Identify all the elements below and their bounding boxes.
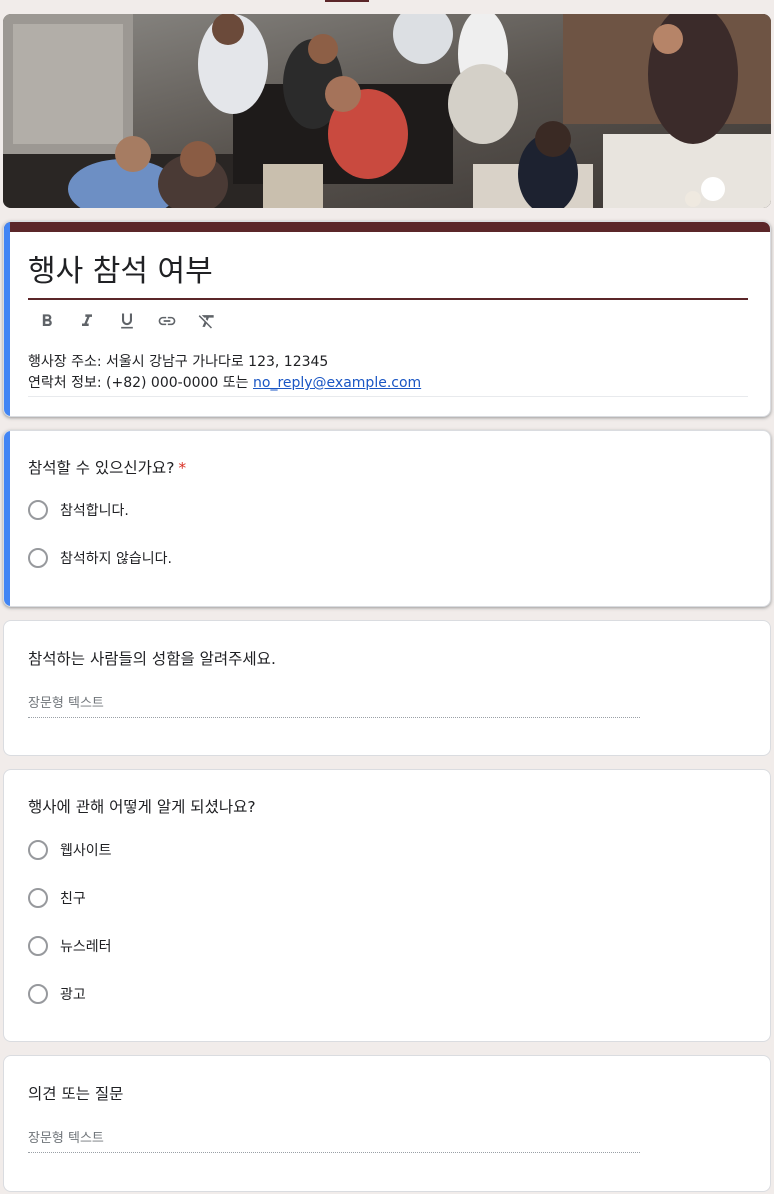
question-title: 참석하는 사람들의 성함을 알려주세요. — [28, 650, 276, 668]
required-asterisk: * — [178, 459, 187, 477]
question-title: 의견 또는 질문 — [28, 1085, 124, 1103]
radio-button[interactable] — [28, 888, 48, 908]
question-title: 참석할 수 있으신가요? * — [28, 456, 186, 478]
description-contact: 연락처 정보: (+82) 000-0000 또는 no_reply@examp… — [28, 373, 748, 394]
description-address: 행사장 주소: 서울시 강남구 가나다로 123, 12345 — [28, 354, 329, 370]
radio-button[interactable] — [28, 500, 48, 520]
question-card-attendance[interactable]: 참석할 수 있으신가요? * 참석합니다. 참석하지 않습니다. — [3, 430, 771, 607]
top-indicator — [325, 0, 369, 2]
radio-button[interactable] — [28, 984, 48, 1004]
radio-button[interactable] — [28, 936, 48, 956]
underline-icon[interactable] — [116, 310, 138, 332]
option-website[interactable]: 웹사이트 — [28, 840, 112, 860]
clear-format-icon[interactable] — [196, 310, 218, 332]
italic-icon[interactable] — [76, 310, 98, 332]
description-contact-text: 연락처 정보: (+82) 000-0000 또는 — [28, 375, 253, 391]
active-indicator — [4, 431, 10, 606]
option-label: 광고 — [60, 987, 86, 1003]
format-toolbar — [36, 310, 218, 332]
long-answer-field[interactable]: 장문형 텍스트 — [28, 692, 640, 718]
form-title-input[interactable]: 행사 참석 여부 — [28, 252, 748, 300]
contact-email-link[interactable]: no_reply@example.com — [253, 375, 421, 391]
radio-button[interactable] — [28, 548, 48, 568]
option-label: 웹사이트 — [60, 843, 112, 859]
option-label: 참석합니다. — [60, 503, 129, 519]
link-icon[interactable] — [156, 310, 178, 332]
option-label: 친구 — [60, 891, 86, 907]
long-answer-field[interactable]: 장문형 텍스트 — [28, 1127, 640, 1153]
question-card-names[interactable]: 참석하는 사람들의 성함을 알려주세요. 장문형 텍스트 — [3, 620, 771, 756]
radio-button[interactable] — [28, 840, 48, 860]
question-card-source[interactable]: 행사에 관해 어떻게 알게 되셨나요? 웹사이트 친구 뉴스레터 광고 — [3, 769, 771, 1042]
theme-band — [4, 222, 770, 232]
question-card-comments[interactable]: 의견 또는 질문 장문형 텍스트 — [3, 1055, 771, 1192]
option-label: 참석하지 않습니다. — [60, 551, 172, 567]
party-photo — [3, 14, 771, 208]
option-advertisement[interactable]: 광고 — [28, 984, 86, 1004]
option-label: 뉴스레터 — [60, 939, 112, 955]
option-newsletter[interactable]: 뉴스레터 — [28, 936, 112, 956]
option-attend[interactable]: 참석합니다. — [28, 500, 129, 520]
option-friend[interactable]: 친구 — [28, 888, 86, 908]
option-not-attend[interactable]: 참석하지 않습니다. — [28, 548, 172, 568]
header-banner-image — [3, 14, 771, 208]
question-title: 행사에 관해 어떻게 알게 되셨나요? — [28, 798, 256, 816]
active-indicator — [4, 222, 10, 416]
form-description[interactable]: 행사장 주소: 서울시 강남구 가나다로 123, 12345 연락처 정보: … — [28, 352, 748, 397]
bold-icon[interactable] — [36, 310, 58, 332]
question-title-text: 참석할 수 있으신가요? — [28, 459, 175, 477]
form-title-card[interactable]: 행사 참석 여부 행사장 주소: 서울시 강남구 가나다로 123, 12345… — [3, 221, 771, 417]
